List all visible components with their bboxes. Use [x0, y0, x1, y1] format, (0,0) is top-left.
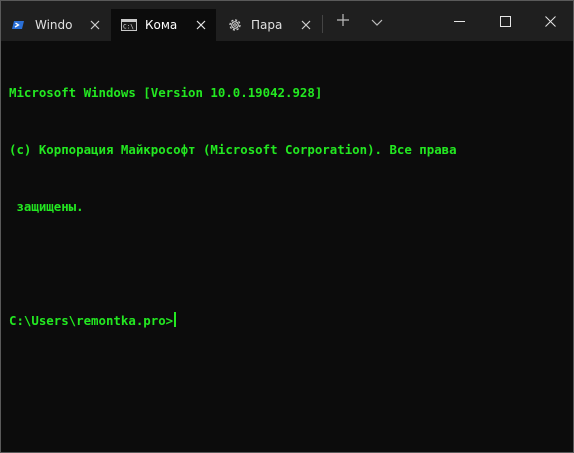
tab-label: Пара: [251, 18, 283, 32]
close-icon[interactable]: [86, 16, 104, 34]
terminal-output[interactable]: Microsoft Windows [Version 10.0.19042.92…: [9, 45, 565, 445]
maximize-icon: [499, 12, 511, 31]
text-cursor: [174, 312, 177, 327]
cmd-icon: C:\: [121, 17, 137, 33]
close-icon[interactable]: [297, 16, 315, 34]
minimize-button[interactable]: [436, 1, 482, 41]
minimize-icon: [453, 12, 465, 31]
tab-separator: [322, 15, 323, 33]
title-bar: Windo C:\ Кома Пара: [1, 1, 573, 41]
chevron-down-icon: [371, 12, 383, 31]
prompt-line[interactable]: C:\Users\remontka.pro>: [9, 311, 565, 330]
svg-text:C:\: C:\: [123, 24, 134, 31]
maximize-button[interactable]: [482, 1, 528, 41]
terminal-line: (c) Корпорация Майкрософт (Microsoft Cor…: [9, 142, 457, 157]
close-icon: [544, 12, 556, 31]
terminal-line: Microsoft Windows [Version 10.0.19042.92…: [9, 85, 323, 100]
prompt-text: C:\Users\remontka.pro>: [9, 313, 174, 328]
powershell-icon: [11, 17, 27, 33]
close-icon[interactable]: [192, 16, 210, 34]
new-tab-button[interactable]: [327, 9, 359, 33]
tab-label: Кома: [145, 18, 178, 32]
close-window-button[interactable]: [527, 1, 573, 41]
tab-label: Windo: [35, 18, 73, 32]
terminal-line: защищены.: [9, 199, 84, 214]
tab-settings[interactable]: Пара: [217, 9, 321, 41]
new-tab-dropdown-button[interactable]: [361, 9, 393, 33]
plus-icon: [336, 12, 350, 31]
gear-icon: [227, 17, 243, 33]
tab-powershell[interactable]: Windo: [1, 9, 110, 41]
tab-command-prompt[interactable]: C:\ Кома: [111, 9, 216, 41]
terminal-window: Windo C:\ Кома Пара Microsoft Windows [V…: [0, 0, 574, 453]
